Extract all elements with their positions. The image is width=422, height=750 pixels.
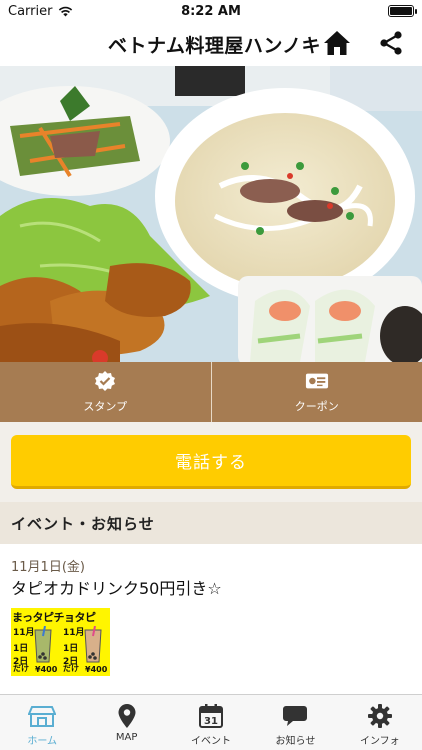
news-item[interactable]: 11月1日(金) タピオカドリンク50円引き☆ まっタピチョタピ 11月 11月… xyxy=(0,544,422,694)
thumbnail-line-day1: 1日 xyxy=(13,644,29,654)
tab-map-label: MAP xyxy=(115,732,138,743)
status-right xyxy=(274,5,417,17)
tab-news[interactable]: お知らせ xyxy=(253,695,337,750)
shop-title: ベトナム料理屋ハンノキ xyxy=(108,35,321,57)
call-button[interactable]: 電話する xyxy=(11,435,411,489)
news-title: タピオカドリンク50円引き☆ xyxy=(11,579,222,598)
call-section: 電話する xyxy=(0,422,422,502)
home-icon[interactable] xyxy=(322,29,352,57)
wifi-icon xyxy=(59,6,73,16)
share-icon[interactable] xyxy=(378,30,404,56)
events-section-header: イベント・お知らせ xyxy=(0,502,422,544)
status-left: Carrier xyxy=(8,4,148,19)
stamp-label: スタンプ xyxy=(83,400,128,413)
tab-map[interactable]: MAP xyxy=(84,695,168,750)
action-tiles: スタンプ クーポン xyxy=(0,362,422,422)
nav-bar: ベトナム料理屋ハンノキ xyxy=(0,22,422,66)
hero-food-image xyxy=(0,66,422,362)
news-date: 11月1日(金) xyxy=(11,560,85,575)
tab-home-label: ホーム xyxy=(27,736,58,747)
tab-event[interactable]: 31 イベント xyxy=(169,695,253,750)
speech-bubble-icon xyxy=(281,703,309,729)
calendar-icon: 31 xyxy=(197,703,225,729)
tab-info[interactable]: インフォ xyxy=(338,695,422,750)
tab-bar: ホーム MAP 31 イベント お知らせ インフォ xyxy=(0,694,422,750)
carrier-label: Carrier xyxy=(8,3,53,19)
status-bar: Carrier 8:22 AM xyxy=(0,0,422,22)
coupon-label: クーポン xyxy=(294,400,339,413)
thumbnail-price-2: ¥400 xyxy=(85,665,108,674)
food-photo xyxy=(0,66,422,362)
news-thumbnail[interactable]: まっタピチョタピ 11月 11月 1日 1日 2日 2日 だけ ¥400 だけ … xyxy=(11,608,110,676)
map-pin-icon xyxy=(113,703,141,729)
battery-icon xyxy=(388,5,417,17)
coupon-tile[interactable]: クーポン xyxy=(210,362,422,422)
tab-event-label: イベント xyxy=(191,736,232,747)
thumbnail-line-month: 11月 xyxy=(13,628,35,638)
battery-level xyxy=(390,7,412,15)
thumbnail-price-prefix: だけ xyxy=(13,664,29,673)
milk-tea-drink-icon xyxy=(84,626,102,663)
thumbnail-line-day1-2: 1日 xyxy=(63,644,79,654)
matcha-drink-icon xyxy=(34,626,52,663)
stamp-tile[interactable]: スタンプ xyxy=(0,362,211,422)
calendar-badge: 31 xyxy=(204,716,218,727)
thumbnail-price-1: ¥400 xyxy=(35,665,58,674)
coupon-card-icon xyxy=(305,370,329,392)
thumbnail-price-prefix-2: だけ xyxy=(63,664,79,673)
thumbnail-title: まっタピチョタピ xyxy=(12,611,96,624)
thumbnail-line-month-2: 11月 xyxy=(63,628,85,638)
tab-info-label: インフォ xyxy=(359,736,400,747)
tab-news-label: お知らせ xyxy=(275,736,316,747)
home-outline-icon xyxy=(28,703,57,729)
status-time: 8:22 AM xyxy=(181,3,241,19)
tab-home[interactable]: ホーム xyxy=(0,695,84,750)
gear-icon xyxy=(366,703,394,729)
check-badge-icon xyxy=(93,370,117,392)
